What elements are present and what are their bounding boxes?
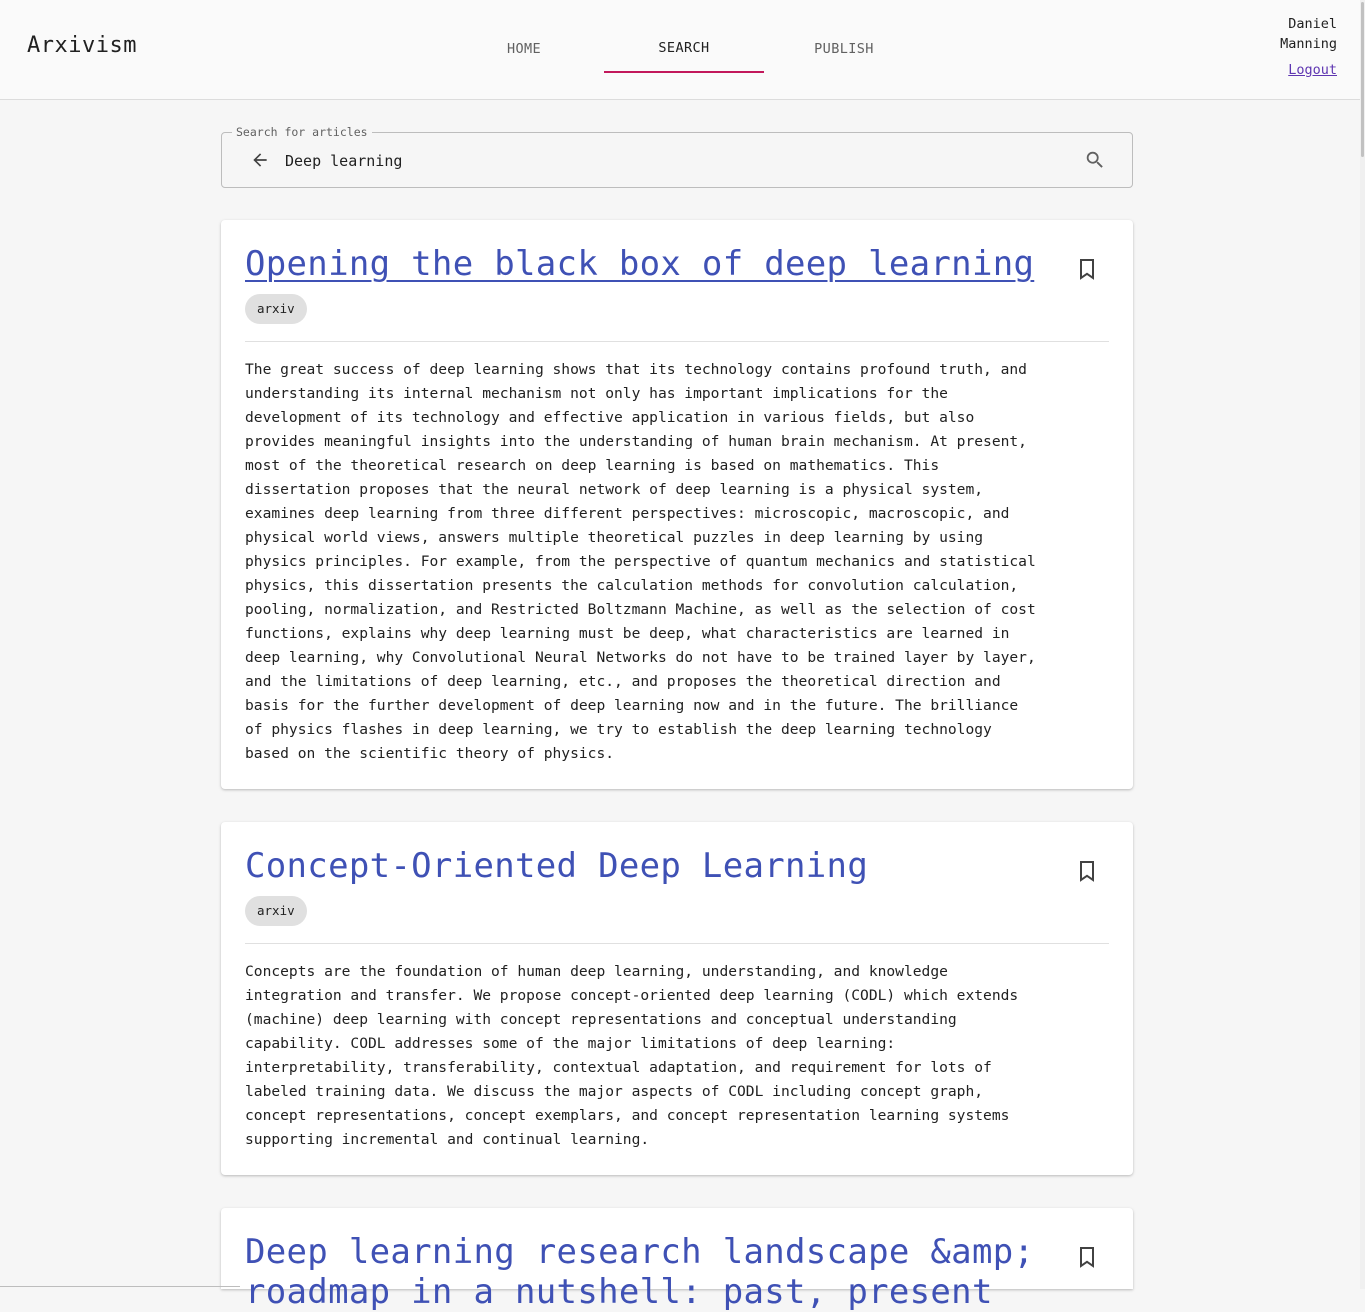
result-abstract: The great success of deep learning shows… (245, 361, 1036, 762)
bookmark-icon[interactable] (1077, 860, 1097, 882)
result-abstract: Concepts are the foundation of human dee… (245, 963, 1019, 1148)
arrow-back-icon[interactable] (250, 150, 270, 170)
user-name: Daniel Manning (1280, 16, 1337, 52)
brand-logo[interactable]: Arxivism (27, 33, 137, 58)
result-card: Concept-Oriented Deep Learning arxiv Con… (221, 822, 1133, 1175)
tab-search[interactable]: SEARCH (604, 24, 764, 73)
search-input[interactable] (283, 147, 1067, 175)
search-field: Search for articles (221, 125, 1133, 188)
app-header: Arxivism HOME SEARCH PUBLISH Daniel Mann… (0, 0, 1360, 100)
bookmark-icon[interactable] (1077, 258, 1097, 280)
tab-home[interactable]: HOME (444, 24, 604, 73)
result-card: Opening the black box of deep learning a… (221, 220, 1133, 789)
result-title-link[interactable]: Concept-Oriented Deep Learning (245, 846, 1045, 886)
search-icon[interactable] (1084, 149, 1106, 171)
logout-link[interactable]: Logout (1288, 62, 1337, 78)
source-chip: arxiv (245, 896, 307, 926)
result-title-link[interactable]: Opening the black box of deep learning (245, 244, 1045, 284)
bookmark-icon[interactable] (1077, 1246, 1097, 1268)
card-divider (245, 943, 1109, 944)
search-label: Search for articles (232, 125, 372, 139)
result-card: Deep learning research landscape &amp; r… (221, 1208, 1133, 1312)
source-chip: arxiv (245, 294, 307, 324)
main-nav: HOME SEARCH PUBLISH (444, 24, 924, 73)
page-scrollbar[interactable] (1360, 0, 1365, 1289)
horizontal-scrollbar (0, 1286, 240, 1287)
scrollbar-thumb[interactable] (1361, 2, 1364, 157)
user-panel: Daniel Manning Logout (1267, 14, 1337, 78)
card-divider (245, 341, 1109, 342)
tab-publish[interactable]: PUBLISH (764, 24, 924, 73)
result-title-link[interactable]: Deep learning research landscape &amp; r… (245, 1232, 1065, 1312)
